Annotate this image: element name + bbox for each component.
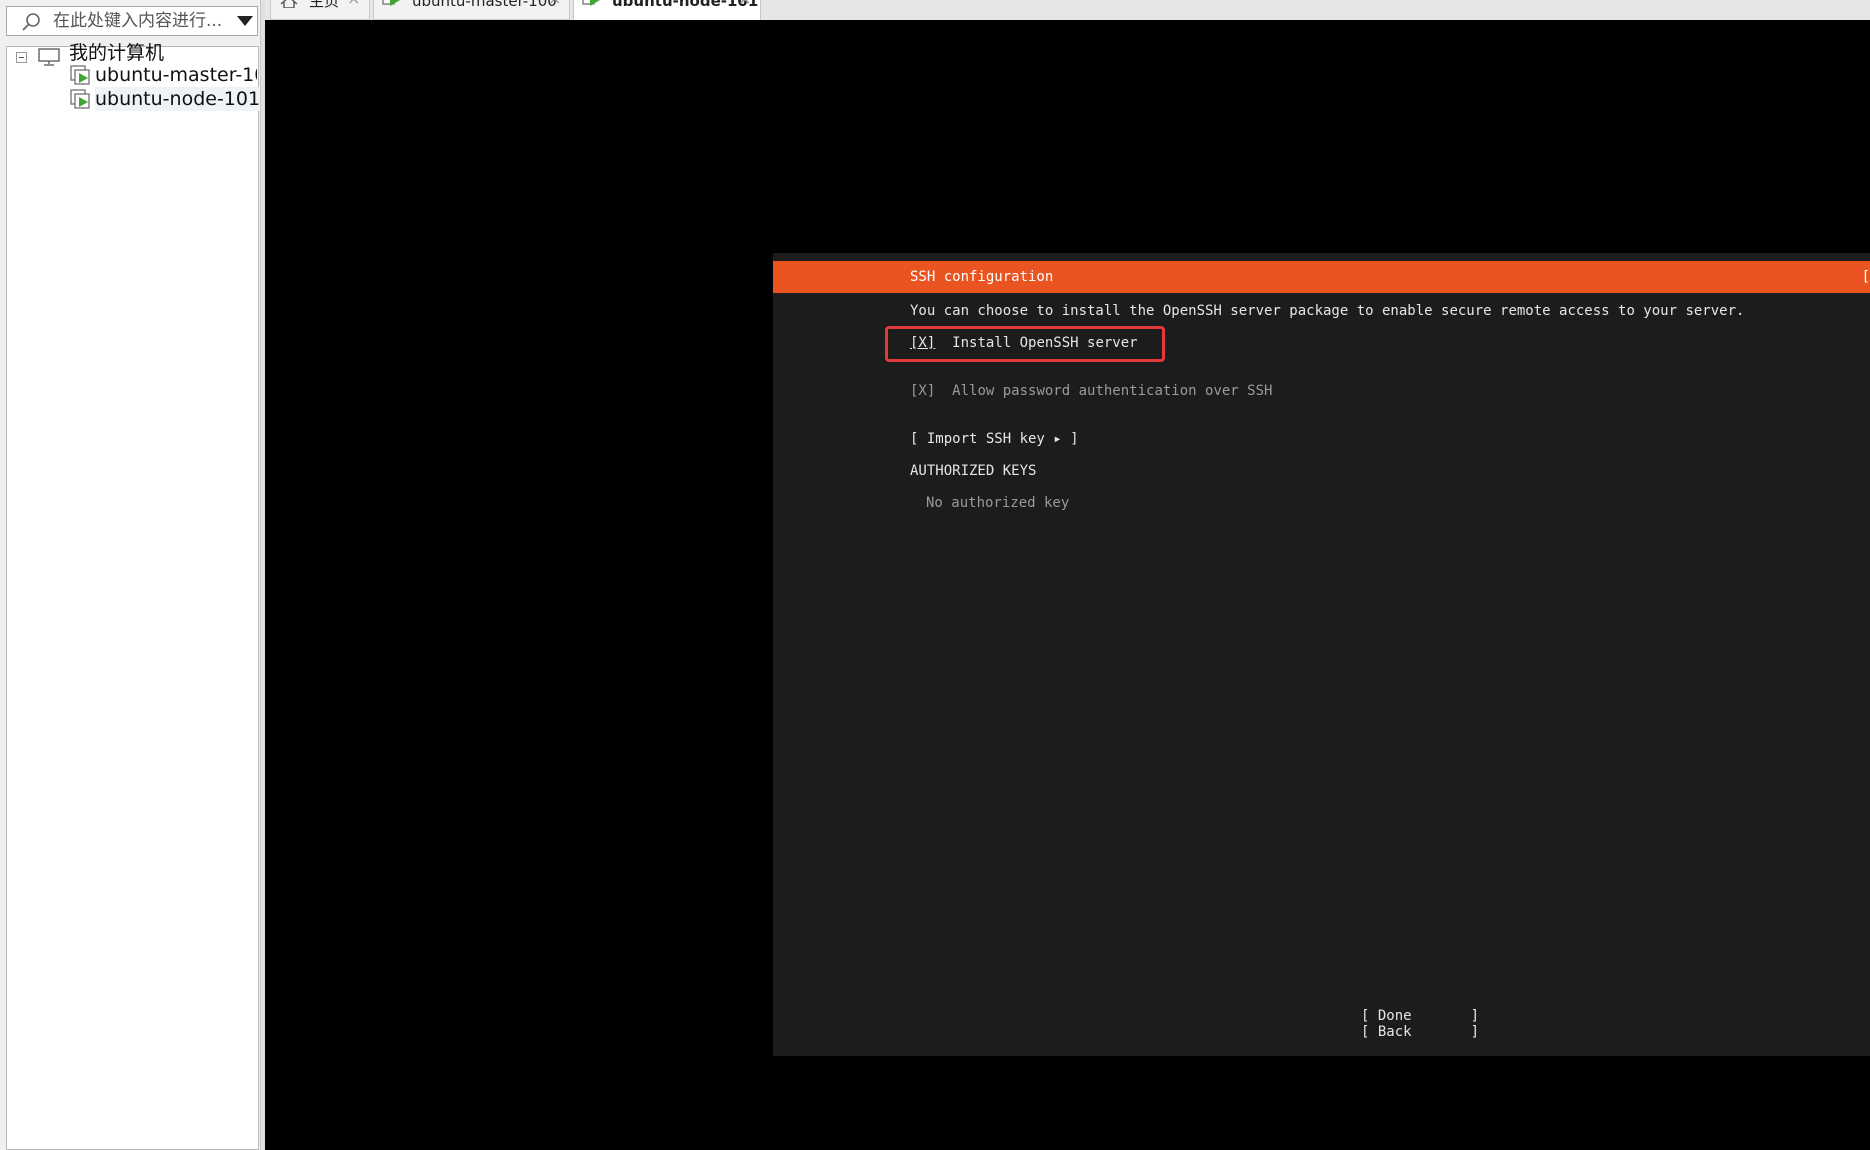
installer-header: SSH configuration [ <box>773 261 1870 293</box>
library-search[interactable] <box>6 6 258 36</box>
ssh-configuration-screen: SSH configuration [ You can choose to in… <box>773 253 1870 1056</box>
tab-ubuntu-node-101[interactable]: ubuntu-node-101 × <box>573 0 761 21</box>
close-icon[interactable]: × <box>347 0 360 7</box>
tab-bar: 主页 × ubuntu-master-100 × ubuntu-node-101… <box>265 0 1870 21</box>
allow-password-auth-checkbox[interactable]: [X] Allow password authentication over S… <box>910 383 1272 399</box>
vm-running-icon <box>582 0 600 6</box>
checkbox-label: Install OpenSSH server <box>952 335 1138 351</box>
search-dropdown-icon[interactable] <box>237 16 253 26</box>
description-text: You can choose to install the OpenSSH se… <box>910 303 1745 319</box>
back-button[interactable]: [ Back ] <box>1361 1024 1479 1040</box>
checkbox-mark: [X] <box>910 383 936 399</box>
page-title: SSH configuration <box>910 269 1054 285</box>
home-icon <box>280 0 298 8</box>
sidebar: 我的计算机 ubuntu-master-100 ubuntu-node-101 <box>0 0 265 1150</box>
help-button[interactable]: [ <box>1862 269 1870 285</box>
close-icon[interactable]: × <box>548 0 561 7</box>
close-icon[interactable]: × <box>738 0 751 7</box>
checkbox-label: Allow password authentication over SSH <box>952 383 1273 399</box>
tree-item-label: ubuntu-master-100 <box>95 64 257 86</box>
collapse-icon[interactable] <box>16 52 27 63</box>
tree-item-my-computer[interactable]: 我的计算机 <box>7 41 257 66</box>
tab-home[interactable]: 主页 × <box>270 0 370 20</box>
tab-label: 主页 <box>309 0 340 10</box>
checkbox-mark: [X] <box>910 335 936 351</box>
tree-item-ubuntu-master-100[interactable]: ubuntu-master-100 <box>7 63 257 87</box>
library-tree: 我的计算机 ubuntu-master-100 ubuntu-node-101 <box>6 42 265 1150</box>
tab-ubuntu-master-100[interactable]: ubuntu-master-100 × <box>373 0 570 20</box>
done-button[interactable]: [ Done ] <box>1361 1008 1479 1024</box>
tree-item-label: 我的计算机 <box>69 42 165 64</box>
tree-item-label: ubuntu-node-101 <box>95 87 265 111</box>
tab-label: ubuntu-master-100 <box>412 0 557 10</box>
search-input[interactable] <box>53 9 228 33</box>
tree-item-ubuntu-node-101[interactable]: ubuntu-node-101 <box>7 87 265 111</box>
vm-running-icon <box>70 65 90 85</box>
authorized-keys-heading: AUTHORIZED KEYS <box>910 463 1037 479</box>
vm-running-icon <box>382 0 400 6</box>
tab-label: ubuntu-node-101 <box>612 0 759 10</box>
import-ssh-key-button[interactable]: [ Import SSH key ▸ ] <box>910 431 1079 447</box>
vm-running-icon <box>70 89 90 109</box>
install-openssh-checkbox[interactable]: [X] Install OpenSSH server <box>910 335 1138 351</box>
no-authorized-key-text: No authorized key <box>926 495 1070 511</box>
search-icon <box>22 13 40 31</box>
